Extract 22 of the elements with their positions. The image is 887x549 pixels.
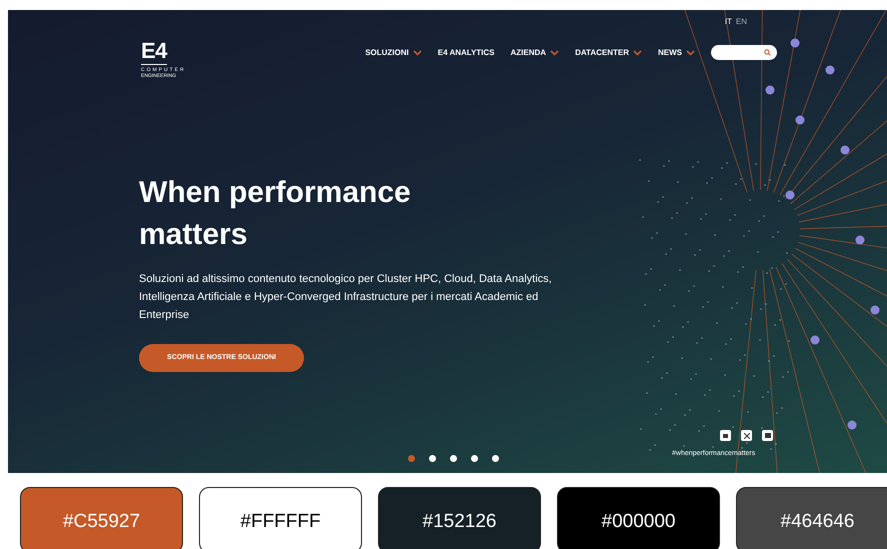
color-swatch: #464646	[736, 487, 887, 549]
logo-mark[interactable]: E4	[141, 40, 167, 65]
chevron-down-icon	[412, 50, 422, 56]
hero-description: Soluzioni ad altissimo contenuto tecnologico per Cluster HPC, Cloud, Data Analytics, Intelligenza Artificiale e Hyper-Converged Infrastructure per i mercati Academic ed Enterprise	[139, 272, 553, 323]
search-field[interactable]	[711, 45, 777, 60]
nav-menu-item[interactable]: SOLUZIONI	[365, 46, 422, 58]
color-swatch: #FFFFFF	[199, 487, 362, 549]
nav-menu-item[interactable]: DATACENTER	[575, 46, 642, 58]
color-swatch: #000000	[557, 487, 720, 549]
search-icon	[764, 49, 771, 56]
nav-menu-item[interactable]: AZIENDA	[510, 46, 560, 58]
color-swatch: #C55927	[20, 487, 183, 549]
hero-headline: When performance matters	[139, 175, 412, 253]
chevron-down-icon	[633, 50, 642, 56]
language-link[interactable]: EN	[736, 16, 747, 28]
x-icon[interactable]	[741, 430, 752, 441]
chevron-down-icon	[550, 50, 560, 56]
nav-menu-item[interactable]: NEWS	[658, 46, 695, 58]
color-swatch: #152126	[378, 487, 541, 549]
nav-menu-item[interactable]: E4 ANALYTICS	[438, 46, 495, 58]
chevron-down-icon	[686, 50, 695, 56]
language-link[interactable]: IT	[724, 16, 732, 28]
